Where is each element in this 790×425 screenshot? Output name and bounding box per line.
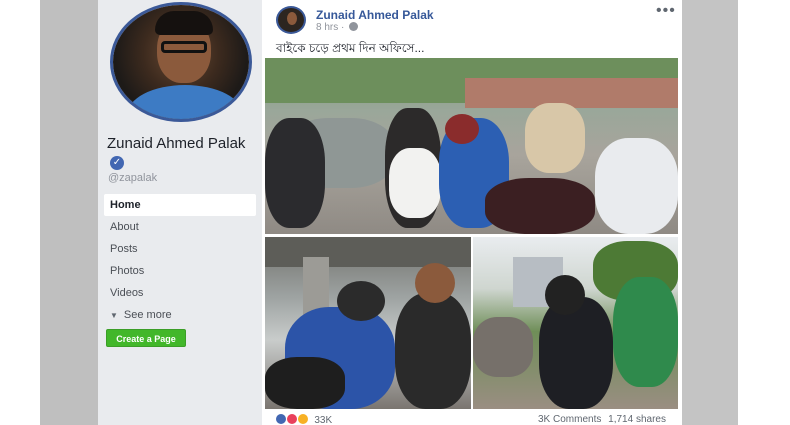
profile-name[interactable]: Zunaid Ahmed Palak ✓ [107, 135, 257, 171]
post-author-avatar[interactable] [276, 6, 306, 34]
haha-icon [297, 414, 308, 424]
screenshot-frame: Zunaid Ahmed Palak ✓ @zapalak Home About … [0, 0, 790, 425]
globe-icon [349, 22, 359, 31]
post-photo-right[interactable] [473, 237, 678, 409]
nav-item-videos[interactable]: Videos [104, 282, 256, 304]
create-page-button[interactable]: Create a Page [106, 329, 186, 347]
see-more-label: See more [123, 309, 172, 321]
post-card: Zunaid Ahmed Palak 8 hrs · ••• বাইকে চড়… [262, 0, 682, 425]
shares-count[interactable]: 1,714 shares [608, 414, 666, 425]
reaction-summary[interactable]: 33K [276, 414, 332, 425]
reaction-count: 33K [314, 415, 333, 425]
nav-item-posts[interactable]: Posts [104, 238, 256, 260]
page-margin-right [682, 0, 738, 425]
like-icon [276, 414, 286, 424]
more-options-icon[interactable]: ••• [656, 2, 676, 20]
comments-count[interactable]: 3K Comments [538, 414, 601, 425]
profile-sidebar: Zunaid Ahmed Palak ✓ @zapalak Home About … [98, 0, 262, 425]
profile-name-text: Zunaid Ahmed Palak [107, 135, 246, 152]
nav-item-photos[interactable]: Photos [104, 260, 256, 282]
see-more-button[interactable]: ▼ See more [104, 304, 256, 326]
post-meta: 8 hrs · [316, 22, 359, 33]
post-author-name[interactable]: Zunaid Ahmed Palak [316, 8, 434, 22]
love-icon [286, 414, 297, 424]
post-stats: 3K Comments 1,714 shares [538, 414, 666, 425]
post-timestamp[interactable]: 8 hrs [316, 22, 338, 33]
post-photo-left[interactable] [265, 237, 471, 409]
page-margin-left [40, 0, 98, 425]
profile-nav: Home About Posts Photos Videos ▼ See more [104, 194, 256, 326]
chevron-down-icon: ▼ [110, 311, 118, 320]
profile-username: @zapalak [108, 172, 158, 184]
verified-badge-icon: ✓ [110, 156, 124, 170]
post-photo-main[interactable] [265, 58, 678, 234]
profile-avatar[interactable] [110, 2, 252, 122]
nav-item-about[interactable]: About [104, 216, 256, 238]
post-text: বাইকে চড়ে প্রথম দিন অফিসে... [276, 41, 425, 55]
nav-item-home[interactable]: Home [104, 194, 256, 216]
